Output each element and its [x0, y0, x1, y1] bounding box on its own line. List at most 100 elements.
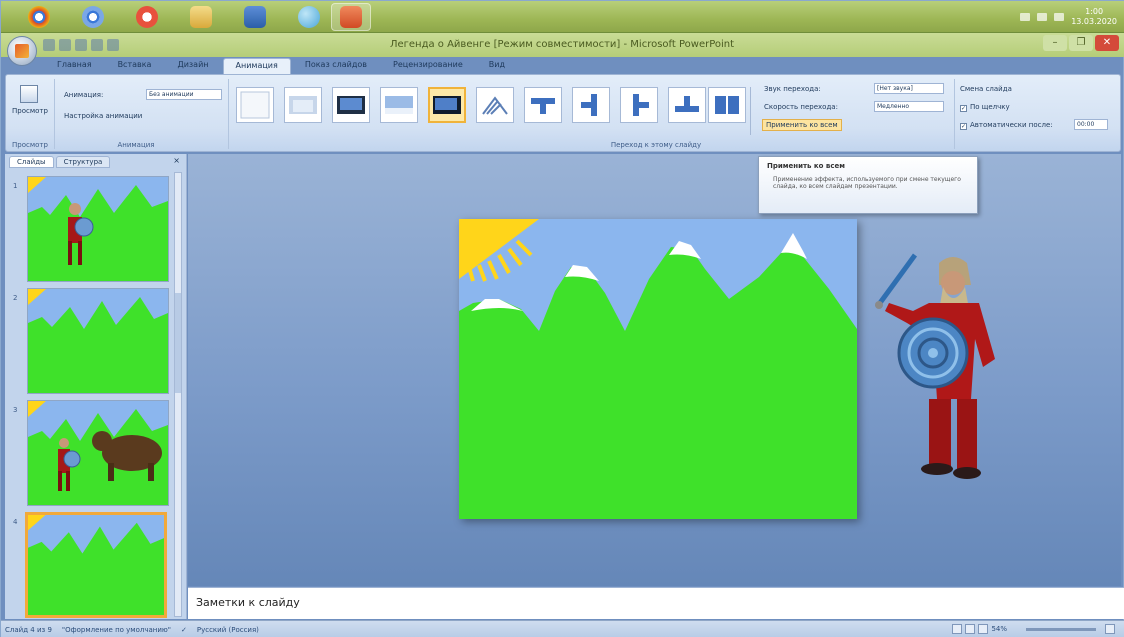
slide-number: 2 — [13, 294, 18, 302]
window-title: Легенда о Айвенге [Режим совместимости] … — [389, 39, 735, 50]
slide-number: 3 — [13, 406, 18, 414]
slide-thumbnail-3[interactable] — [27, 400, 169, 506]
sorter-view-icon[interactable] — [965, 624, 976, 634]
slide-thumbnail-4[interactable] — [25, 512, 167, 618]
language-indicator[interactable]: Русский (Россия) — [197, 626, 259, 634]
globe-icon — [298, 6, 320, 28]
separator — [228, 79, 229, 149]
media-icon — [136, 6, 158, 28]
flag-icon[interactable] — [1054, 13, 1065, 21]
taskbar-app-chromium[interactable] — [73, 3, 113, 31]
tab-slides[interactable]: Слайды — [9, 156, 54, 168]
taskbar-app-chrome[interactable] — [19, 3, 59, 31]
preview-button[interactable]: Просмотр — [12, 85, 48, 131]
tab-view[interactable]: Вид — [477, 58, 517, 74]
taskbar-app-media[interactable] — [127, 3, 167, 31]
preview-label: Просмотр — [12, 107, 48, 115]
tab-animations[interactable]: Анимация — [222, 58, 291, 74]
tab-home[interactable]: Главная — [45, 58, 104, 74]
spellcheck-icon[interactable]: ✓ — [181, 626, 187, 634]
clock-date: 13.03.2020 — [1071, 17, 1117, 26]
transition-gallery-scroll[interactable] — [750, 87, 758, 135]
ribbon: Просмотр Просмотр Анимация: Без анимации… — [5, 74, 1121, 152]
auto-after-label: Автоматически после: — [970, 121, 1053, 129]
minimize-button[interactable]: – — [1043, 35, 1067, 51]
transition-wipe-down[interactable] — [524, 87, 562, 123]
auto-after-time-input[interactable]: 00:00 — [1074, 119, 1108, 130]
auto-after-checkbox[interactable]: ✓ Автоматически после: — [960, 121, 1053, 130]
powerpoint-icon — [340, 6, 362, 28]
taskbar-app-powerpoint[interactable] — [331, 3, 371, 31]
slide-thumbnail-1[interactable] — [27, 176, 169, 282]
transition-split[interactable] — [708, 87, 746, 123]
transition-fade[interactable] — [284, 87, 322, 123]
normal-view-icon[interactable] — [952, 624, 963, 634]
clock[interactable]: 1:00 13.03.2020 — [1071, 7, 1117, 27]
transition-wipe-right[interactable] — [620, 87, 658, 123]
maximize-button[interactable]: ❐ — [1069, 35, 1093, 51]
speed-label: Скорость перехода: — [764, 103, 838, 111]
ribbon-tabs: Главная Вставка Дизайн Анимация Показ сл… — [45, 58, 517, 74]
slideshow-view-icon[interactable] — [978, 624, 989, 634]
transition-dissolve[interactable] — [476, 87, 514, 123]
auto-after-check-icon: ✓ — [960, 123, 967, 130]
network-icon[interactable] — [1020, 13, 1031, 21]
on-click-checkbox[interactable]: ✓ По щелчку — [960, 103, 1010, 112]
close-button[interactable]: ✕ — [1095, 35, 1119, 51]
volume-icon[interactable] — [1037, 13, 1048, 21]
pane-scroll-thumb[interactable] — [175, 293, 181, 393]
warrior-drawing — [874, 253, 995, 479]
transition-none-icon — [240, 91, 270, 119]
taskbar-app-folder[interactable] — [181, 3, 221, 31]
slide-3-preview — [28, 401, 168, 505]
slide-thumbnail-2[interactable] — [27, 288, 169, 394]
transition-none[interactable] — [236, 87, 274, 123]
transition-cut-black[interactable] — [428, 87, 466, 123]
slides-pane: Слайды Структура × 1 2 3 4 — [5, 154, 187, 619]
tab-review[interactable]: Рецензирование — [381, 58, 475, 74]
transition-cut-black-icon — [433, 96, 461, 114]
taskbar-app-word[interactable] — [235, 3, 275, 31]
notes-pane[interactable]: Заметки к слайду — [188, 587, 1124, 619]
folder-icon — [190, 6, 212, 28]
tab-insert[interactable]: Вставка — [106, 58, 164, 74]
animate-dropdown[interactable]: Без анимации — [146, 89, 222, 100]
sound-label: Звук перехода: — [764, 85, 821, 93]
transition-split-icon — [715, 96, 739, 114]
warrior-figure[interactable] — [867, 249, 1007, 484]
speed-dropdown[interactable]: Медленно — [874, 101, 944, 112]
transition-wipe-left[interactable] — [572, 87, 610, 123]
apply-to-all-button[interactable]: Применить ко всем — [762, 119, 842, 131]
transition-cut[interactable] — [380, 87, 418, 123]
view-controls: 54% — [952, 624, 1115, 634]
zoom-slider[interactable] — [1026, 627, 1096, 631]
transition-wipe-up[interactable] — [668, 87, 706, 123]
tab-outline[interactable]: Структура — [55, 156, 111, 168]
current-slide[interactable] — [459, 219, 857, 519]
transitions-group-label: Переход к этому слайду — [610, 141, 702, 149]
word-icon — [244, 6, 266, 28]
office-button[interactable] — [7, 36, 37, 66]
taskbar: 1:00 13.03.2020 — [1, 1, 1124, 33]
pane-scrollbar[interactable] — [174, 172, 182, 617]
theme-name: "Оформление по умолчанию" — [61, 625, 171, 634]
clock-time: 1:00 — [1085, 7, 1104, 16]
pane-close-icon[interactable]: × — [173, 156, 180, 165]
tab-design[interactable]: Дизайн — [165, 58, 220, 74]
zoom-level[interactable]: 54% — [991, 625, 1007, 633]
pane-tabs: Слайды Структура — [9, 156, 111, 168]
sound-dropdown[interactable]: [Нет звука] — [874, 83, 944, 94]
transition-cut-icon — [385, 96, 413, 114]
window-controls: – ❐ ✕ — [1043, 35, 1119, 51]
transition-fade-black[interactable] — [332, 87, 370, 123]
powerpoint-window: 1:00 13.03.2020 Легенда о Айвенге [Режим … — [0, 0, 1124, 637]
taskbar-app-globe[interactable] — [289, 3, 329, 31]
slide-4-preview — [28, 515, 164, 615]
preview-group-label: Просмотр — [12, 141, 48, 149]
preview-icon — [20, 85, 38, 103]
custom-animation-button[interactable]: Настройка анимации — [64, 112, 142, 120]
slide-canvas — [459, 219, 857, 519]
tab-slideshow[interactable]: Показ слайдов — [293, 58, 379, 74]
slide-number: 4 — [13, 518, 18, 526]
fit-window-icon[interactable] — [1105, 624, 1115, 634]
